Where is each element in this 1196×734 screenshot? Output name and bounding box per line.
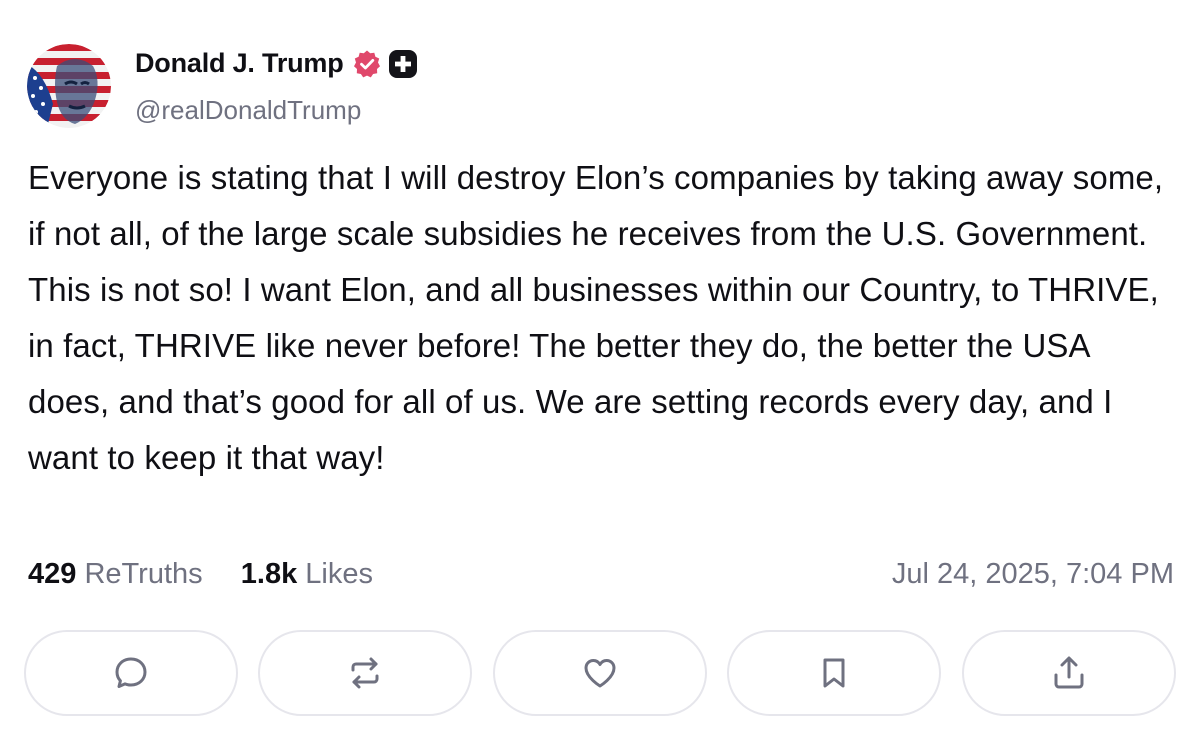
post-card: Donald J. Trump @realDonaldTrump Everyon…: [0, 0, 1196, 734]
retruths-count: 429: [28, 558, 77, 590]
heart-icon: [580, 653, 620, 693]
bookmark-icon: [814, 653, 854, 693]
retruths-label: ReTruths: [84, 558, 203, 590]
comment-icon: [111, 653, 151, 693]
share-button[interactable]: [962, 630, 1176, 716]
likes-label: Likes: [305, 558, 373, 590]
truth-plus-icon: [388, 49, 418, 79]
share-icon: [1049, 653, 1089, 693]
action-bar: [24, 630, 1176, 718]
author-name-row: Donald J. Trump: [135, 48, 418, 79]
verified-badge-icon: [352, 49, 382, 79]
retruths-stat[interactable]: 429 ReTruths: [28, 558, 211, 590]
bookmark-button[interactable]: [727, 630, 941, 716]
like-button[interactable]: [493, 630, 707, 716]
reply-button[interactable]: [24, 630, 238, 716]
post-timestamp[interactable]: Jul 24, 2025, 7:04 PM: [892, 558, 1174, 591]
retruth-icon: [345, 653, 385, 693]
likes-count: 1.8k: [240, 558, 298, 590]
post-text: Everyone is stating that I will destroy …: [28, 159, 1164, 476]
retruth-button[interactable]: [258, 630, 472, 716]
post-stats: 429 ReTruths 1.8k Likes: [28, 558, 373, 591]
author-name[interactable]: Donald J. Trump: [135, 48, 344, 79]
author-handle[interactable]: @realDonaldTrump: [135, 95, 361, 126]
likes-stat[interactable]: 1.8k Likes: [241, 558, 373, 590]
avatar[interactable]: [27, 44, 111, 128]
